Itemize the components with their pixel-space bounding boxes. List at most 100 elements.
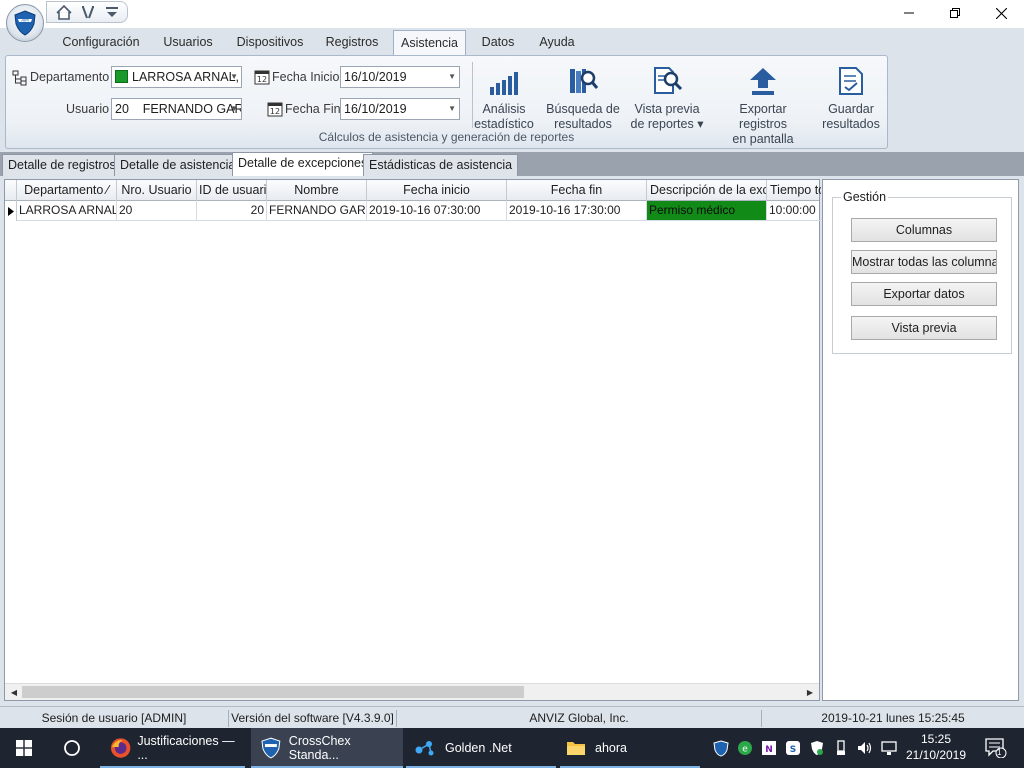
tab-registros[interactable]: Registros xyxy=(320,30,384,55)
user-combo[interactable]: 20 FERNANDO GAR ▼ xyxy=(111,98,242,120)
end-date-picker[interactable]: 16/10/2019 ▼ xyxy=(340,98,460,120)
search-results-button[interactable]: Búsqueda de resultados xyxy=(544,62,622,132)
column-header-id-usuario[interactable]: ID de usuario xyxy=(197,180,267,201)
firefox-icon xyxy=(110,738,131,758)
bar-chart-icon xyxy=(486,62,522,96)
system-clock[interactable]: 15:25 21/10/2019 xyxy=(902,731,970,763)
cell-nro-usuario: 20 xyxy=(117,201,197,221)
cell-fecha-fin: 2019-10-16 17:30:00 xyxy=(507,201,647,221)
scroll-left-icon[interactable]: ◀ xyxy=(6,685,22,700)
cell-fecha-inicio: 2019-10-16 07:30:00 xyxy=(367,201,507,221)
taskbar-item-firefox[interactable]: Justificaciones — ... xyxy=(100,728,245,768)
chevron-down-icon: ▼ xyxy=(230,104,238,113)
svg-text:S: S xyxy=(790,745,796,755)
department-color-swatch xyxy=(115,70,128,83)
company-status: ANVIZ Global, Inc. xyxy=(397,710,762,727)
windows-taskbar: Justificaciones — ... CrossChex Standa..… xyxy=(0,728,1024,768)
tab-dispositivos[interactable]: Dispositivos xyxy=(230,30,310,55)
skype-tray-icon[interactable]: S xyxy=(784,739,802,757)
department-tree-icon xyxy=(12,70,27,86)
horizontal-scrollbar[interactable]: ◀ ▶ xyxy=(5,683,819,700)
tab-usuarios[interactable]: Usuarios xyxy=(158,30,218,55)
security-tray-icon[interactable] xyxy=(808,739,826,757)
department-combo[interactable]: LARROSA ARNAL, ▼ xyxy=(111,66,242,88)
close-button[interactable] xyxy=(978,0,1024,26)
attendance-ribbon-group: Departamento LARROSA ARNAL, ▼ Usuario 20… xyxy=(5,55,888,149)
column-header-descripcion[interactable]: Descripción de la excepción xyxy=(647,180,767,201)
taskbar-item-crosschex[interactable]: CrossChex Standa... xyxy=(251,728,403,768)
taskbar-item-folder[interactable]: ahora xyxy=(560,728,700,768)
datetime-status: 2019-10-21 lunes 15:25:45 xyxy=(821,711,965,725)
report-preview-label: Vista previa xyxy=(634,102,700,116)
calendar-icon: 12 xyxy=(254,70,270,85)
tab-detalle-registros[interactable]: Detalle de registros xyxy=(2,154,122,176)
report-preview-button[interactable]: Vista previa de reportes ▾ xyxy=(628,62,706,132)
export-data-button[interactable]: Exportar datos xyxy=(851,282,997,306)
clock-date: 21/10/2019 xyxy=(905,748,967,762)
home-icon[interactable] xyxy=(55,4,73,20)
department-value: LARROSA ARNAL, xyxy=(132,70,239,84)
start-date-picker[interactable]: 16/10/2019 ▼ xyxy=(340,66,460,88)
gestion-groupbox: Gestión Columnas Mostrar todas las colum… xyxy=(832,190,1012,354)
onenote-tray-icon[interactable]: N xyxy=(760,739,778,757)
minimize-button[interactable] xyxy=(886,0,932,26)
taskbar-item-golden-net[interactable]: Golden .Net xyxy=(406,728,556,768)
tab-ayuda[interactable]: Ayuda xyxy=(532,30,582,55)
column-header-nro-usuario[interactable]: Nro. Usuario xyxy=(117,180,197,201)
tab-detalle-excepciones[interactable]: Detalle de excepciones xyxy=(232,152,374,176)
column-header-tiempo-total[interactable]: Tiempo total xyxy=(767,180,821,201)
user-label: Usuario xyxy=(66,102,110,116)
session-status: Sesión de usuario [ADMIN] xyxy=(0,710,229,727)
columns-button[interactable]: Columnas xyxy=(851,218,997,242)
preview-button[interactable]: Vista previa xyxy=(851,316,997,340)
crosschex-shield-icon: AIM xyxy=(14,10,36,36)
svg-text:12: 12 xyxy=(270,107,280,116)
exceptions-grid[interactable]: Departamento ⁄ Nro. Usuario ID de usuari… xyxy=(4,179,821,701)
search-cortana-button[interactable] xyxy=(48,728,96,768)
table-row[interactable]: LARROSA ARNAL, 20 20 FERNANDO GARCIA 201… xyxy=(5,201,821,221)
calendar-icon: 12 xyxy=(267,102,283,117)
scrollbar-thumb[interactable] xyxy=(22,686,524,698)
tab-datos[interactable]: Datos xyxy=(476,30,520,55)
customize-toolbar-icon[interactable] xyxy=(103,4,121,20)
cortana-circle-icon xyxy=(64,740,80,756)
network-icon[interactable] xyxy=(880,739,898,757)
show-all-columns-button[interactable]: Mostrar todas las columnas xyxy=(851,250,997,274)
crosschex-tray-icon[interactable] xyxy=(712,739,730,757)
search-results-label: Búsqueda de xyxy=(546,102,620,116)
svg-text:12: 12 xyxy=(257,75,267,84)
tab-asistencia[interactable]: Asistencia xyxy=(393,30,466,55)
end-date-label: Fecha Fin xyxy=(285,102,341,116)
statistical-analysis-button[interactable]: Análisis estadístico xyxy=(472,62,536,132)
department-label: Departamento xyxy=(30,70,110,84)
tab-estadisticas-asistencia[interactable]: Estádisticas de asistencia xyxy=(363,154,519,176)
usb-device-tray-icon[interactable] xyxy=(832,739,850,757)
tab-detalle-asistencia[interactable]: Detalle de asistencia xyxy=(114,154,242,176)
cell-id-usuario: 20 xyxy=(197,201,267,221)
row-indicator-header xyxy=(5,180,17,201)
column-header-fecha-inicio[interactable]: Fecha inicio xyxy=(367,180,507,201)
end-date-value: 16/10/2019 xyxy=(344,102,407,116)
tools-icon[interactable] xyxy=(79,4,97,20)
volume-icon[interactable] xyxy=(856,739,874,757)
column-header-fecha-fin[interactable]: Fecha fin xyxy=(507,180,647,201)
scroll-right-icon[interactable]: ▶ xyxy=(802,685,818,700)
gestion-title: Gestión xyxy=(841,190,889,204)
action-center-icon[interactable]: 1 xyxy=(984,738,1008,758)
save-results-button[interactable]: Guardar resultados xyxy=(818,62,884,132)
cell-nombre: FERNANDO GARCIA xyxy=(267,201,367,221)
status-bar: Sesión de usuario [ADMIN] Versión del so… xyxy=(0,706,1024,728)
title-bar: AIM xyxy=(0,0,1024,42)
notification-count: 1 xyxy=(997,748,1002,757)
clock-time: 15:25 xyxy=(920,732,952,746)
restore-button[interactable] xyxy=(932,0,978,26)
folder-icon xyxy=(567,742,585,755)
tab-configuracion[interactable]: Configuración xyxy=(56,30,146,55)
save-results-label: Guardar xyxy=(828,102,874,116)
browser-tray-icon[interactable]: e xyxy=(736,739,754,757)
column-header-departamento[interactable]: Departamento ⁄ xyxy=(17,180,117,201)
app-menu-button[interactable]: AIM xyxy=(6,4,44,42)
start-button[interactable] xyxy=(0,728,48,768)
column-header-nombre[interactable]: Nombre xyxy=(267,180,367,201)
chevron-down-icon: ▼ xyxy=(230,72,238,81)
